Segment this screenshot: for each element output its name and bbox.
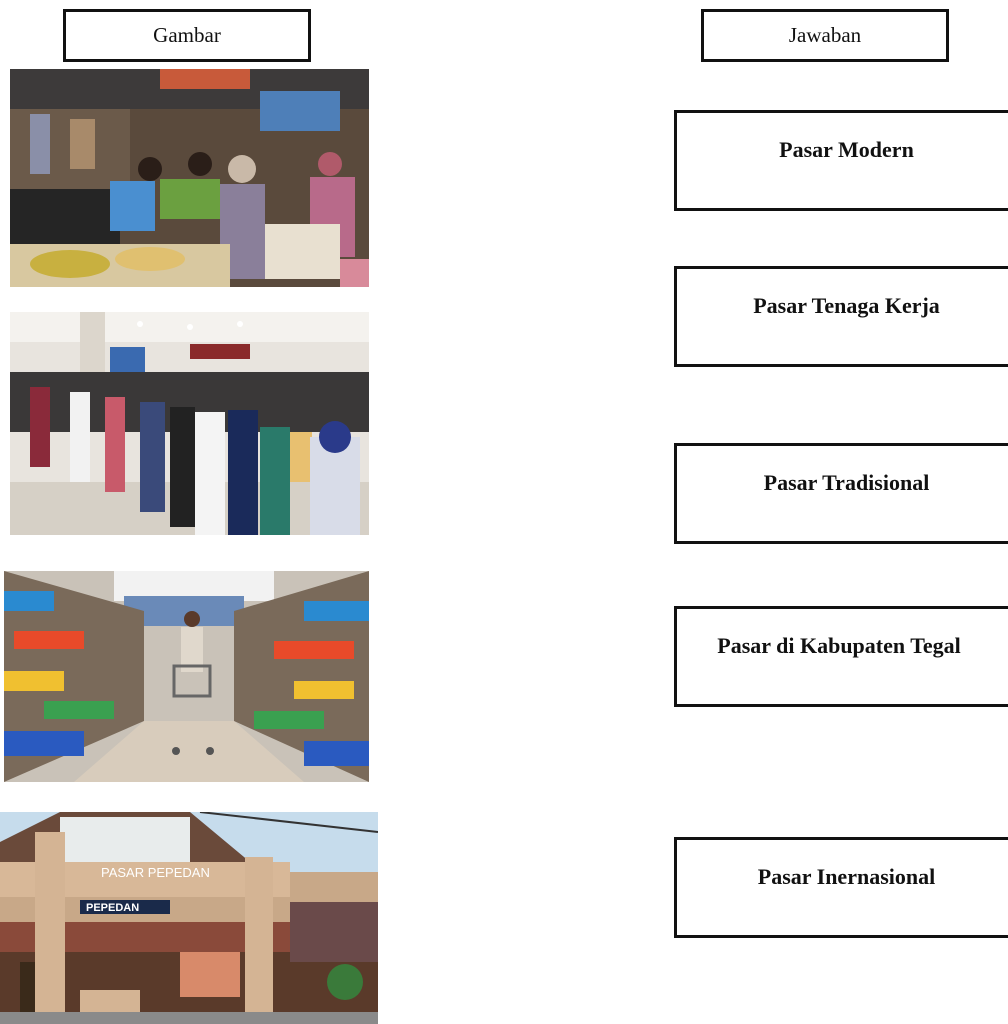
- answer-box-4[interactable]: Pasar di Kabupaten Tegal: [674, 606, 1008, 707]
- pepedan-building-sign: PEPEDAN: [86, 902, 139, 914]
- jawaban-header: Jawaban: [701, 9, 949, 62]
- gambar-header: Gambar: [63, 9, 311, 62]
- answer-box-1[interactable]: Pasar Modern: [674, 110, 1008, 211]
- supermarket-aisle-photo[interactable]: [4, 571, 369, 782]
- pasar-pepedan-sign: PASAR PEPEDAN: [101, 865, 210, 880]
- answer-box-3[interactable]: Pasar Tradisional: [674, 443, 1008, 544]
- job-fair-queue-photo[interactable]: [10, 312, 369, 535]
- pasar-pepedan-gate-photo[interactable]: PASAR PEPEDAN PEPEDAN: [0, 812, 378, 1024]
- answer-box-2[interactable]: Pasar Tenaga Kerja: [674, 266, 1008, 367]
- traditional-market-photo[interactable]: [10, 69, 369, 287]
- answer-box-5[interactable]: Pasar Inernasional: [674, 837, 1008, 938]
